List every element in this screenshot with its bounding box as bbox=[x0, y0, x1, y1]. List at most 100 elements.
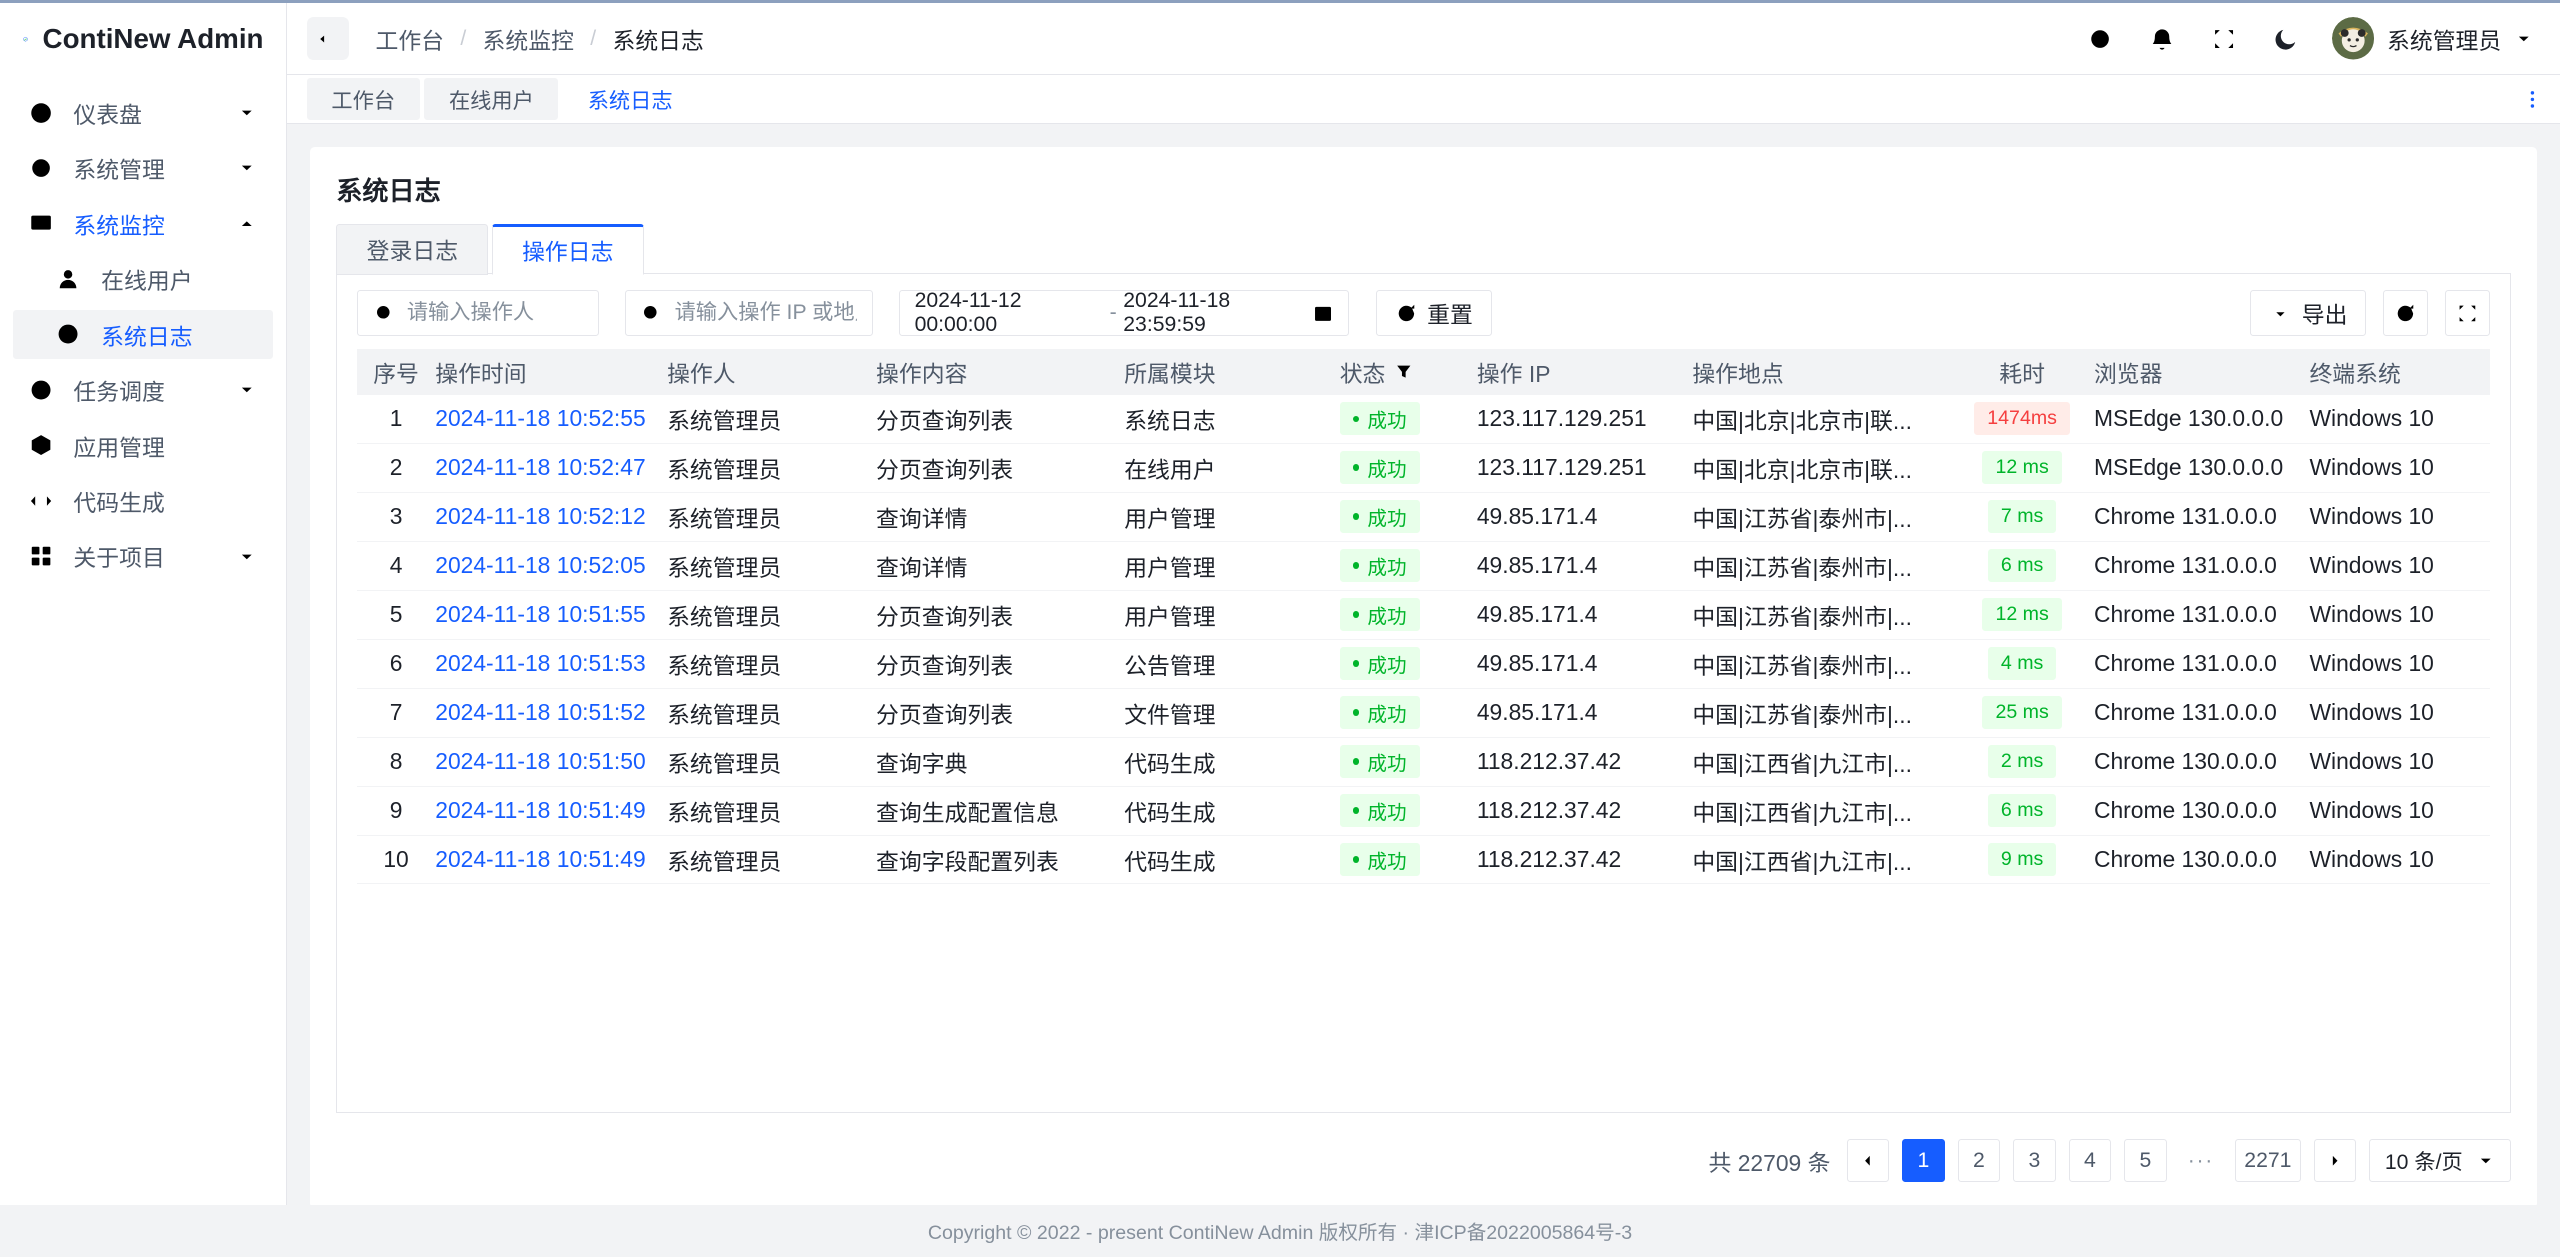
pagination-page-button[interactable]: 2271 bbox=[2235, 1139, 2301, 1181]
operation-log-panel: 2024-11-12 00:00:00 - 2024-11-18 23:59:5… bbox=[336, 274, 2511, 1113]
sidebar-item-clock[interactable]: 系统日志 bbox=[13, 310, 273, 359]
row-operator: 系统管理员 bbox=[667, 745, 876, 779]
search-icon bbox=[640, 302, 663, 325]
ip-search-input[interactable] bbox=[675, 301, 858, 325]
breadcrumb-item[interactable]: 系统监控 bbox=[483, 22, 574, 56]
log-time-link[interactable]: 2024-11-18 10:51:49 bbox=[435, 797, 645, 824]
tab-actions-menu[interactable] bbox=[2518, 84, 2547, 113]
table-row: 1 2024-11-18 10:52:55 系统管理员 分页查询列表 系统日志 … bbox=[357, 395, 2491, 444]
row-os: Windows 10 bbox=[2309, 503, 2490, 530]
chevron-right-icon bbox=[2325, 1151, 2345, 1171]
pagination-ellipsis[interactable]: ··· bbox=[2180, 1139, 2222, 1181]
row-content: 分页查询列表 bbox=[876, 451, 1124, 485]
refresh-icon bbox=[1395, 302, 1418, 325]
sidebar-item-schedule[interactable]: 任务调度 bbox=[13, 366, 273, 415]
row-content: 查询生成配置信息 bbox=[876, 794, 1124, 828]
main-content: 系统日志 登录日志 操作日志 bbox=[287, 124, 2560, 1205]
col-location: 操作地点 bbox=[1692, 355, 1950, 389]
duration-badge: 6 ms bbox=[1988, 794, 2057, 827]
log-time-link[interactable]: 2024-11-18 10:51:49 bbox=[435, 846, 645, 873]
open-page-tab[interactable]: 在线用户 bbox=[424, 78, 558, 120]
dark-mode-toggle[interactable] bbox=[2270, 22, 2303, 55]
notifications-button[interactable] bbox=[2145, 22, 2178, 55]
log-time-link[interactable]: 2024-11-18 10:52:55 bbox=[435, 405, 645, 432]
row-module: 文件管理 bbox=[1124, 696, 1340, 730]
row-module: 用户管理 bbox=[1124, 500, 1340, 534]
user-menu[interactable]: 系统管理员 bbox=[2332, 17, 2534, 59]
filter-icon[interactable] bbox=[1394, 362, 1414, 382]
tab-login-log[interactable]: 登录日志 bbox=[336, 224, 488, 275]
log-time-link[interactable]: 2024-11-18 10:52:47 bbox=[435, 454, 645, 481]
duration-badge: 6 ms bbox=[1988, 549, 2057, 582]
filter-toolbar: 2024-11-12 00:00:00 - 2024-11-18 23:59:5… bbox=[357, 290, 2491, 336]
row-content: 查询字段配置列表 bbox=[876, 843, 1124, 877]
sidebar-item-code[interactable]: 代码生成 bbox=[13, 477, 273, 526]
sidebar-menu: 仪表盘 系统管理 系统监控 在线用户 系统日志 任务调度 应用管理 代码生成 关… bbox=[0, 75, 286, 581]
settings-button[interactable] bbox=[2083, 22, 2116, 55]
dots-vertical-icon bbox=[2521, 88, 2544, 111]
row-os: Windows 10 bbox=[2309, 405, 2490, 432]
row-ip: 49.85.171.4 bbox=[1477, 503, 1693, 530]
pagination-page-button[interactable]: 4 bbox=[2069, 1139, 2111, 1181]
row-location: 中国|江苏省|泰州市|... bbox=[1692, 696, 1950, 730]
sidebar-item-dashboard[interactable]: 仪表盘 bbox=[13, 88, 273, 137]
clock-icon bbox=[55, 321, 81, 347]
status-dot bbox=[1353, 709, 1360, 716]
row-module: 在线用户 bbox=[1124, 451, 1340, 485]
col-module: 所属模块 bbox=[1124, 355, 1340, 389]
page-size-select[interactable]: 10 条/页 bbox=[2369, 1139, 2511, 1181]
breadcrumb-item[interactable]: 工作台 bbox=[375, 22, 444, 56]
operator-search-field[interactable] bbox=[357, 290, 599, 336]
row-operator: 系统管理员 bbox=[667, 843, 876, 877]
log-time-link[interactable]: 2024-11-18 10:51:52 bbox=[435, 699, 645, 726]
table-fullscreen-button[interactable] bbox=[2445, 290, 2491, 336]
open-page-tab[interactable]: 工作台 bbox=[307, 78, 420, 120]
log-time-link[interactable]: 2024-11-18 10:51:53 bbox=[435, 650, 645, 677]
operator-search-input[interactable] bbox=[407, 301, 583, 325]
row-module: 代码生成 bbox=[1124, 843, 1340, 877]
sidebar-item-monitor[interactable]: 系统监控 bbox=[13, 199, 273, 248]
fullscreen-button[interactable] bbox=[2208, 22, 2241, 55]
pagination-next-button[interactable] bbox=[2314, 1139, 2356, 1181]
status-badge: 成功 bbox=[1340, 598, 1420, 631]
table-row: 3 2024-11-18 10:52:12 系统管理员 查询详情 用户管理 成功… bbox=[357, 493, 2491, 542]
tab-operation-log[interactable]: 操作日志 bbox=[492, 224, 644, 275]
reset-button[interactable]: 重置 bbox=[1376, 290, 1492, 336]
pagination-prev-button[interactable] bbox=[1847, 1139, 1889, 1181]
calendar-icon bbox=[1312, 302, 1334, 325]
row-browser: Chrome 130.0.0.0 bbox=[2094, 797, 2310, 824]
log-time-link[interactable]: 2024-11-18 10:51:55 bbox=[435, 601, 645, 628]
log-time-link[interactable]: 2024-11-18 10:51:50 bbox=[435, 748, 645, 775]
pagination-page-button[interactable]: 1 bbox=[1902, 1139, 1944, 1181]
sidebar-item-cube[interactable]: 应用管理 bbox=[13, 421, 273, 470]
log-time-link[interactable]: 2024-11-18 10:52:12 bbox=[435, 503, 645, 530]
sidebar-collapse-button[interactable] bbox=[307, 17, 349, 59]
pagination-page-button[interactable]: 3 bbox=[2013, 1139, 2055, 1181]
brand-logo[interactable]: ContiNew Admin bbox=[0, 3, 286, 75]
log-time-link[interactable]: 2024-11-18 10:52:05 bbox=[435, 552, 645, 579]
sidebar-item-user[interactable]: 在线用户 bbox=[13, 255, 273, 304]
row-location: 中国|北京|北京市|联... bbox=[1692, 451, 1950, 485]
row-content: 分页查询列表 bbox=[876, 647, 1124, 681]
row-index: 4 bbox=[357, 552, 435, 579]
row-location: 中国|江西省|九江市|... bbox=[1692, 794, 1950, 828]
table-row: 2 2024-11-18 10:52:47 系统管理员 分页查询列表 在线用户 … bbox=[357, 444, 2491, 493]
date-range-picker[interactable]: 2024-11-12 00:00:00 - 2024-11-18 23:59:5… bbox=[899, 290, 1350, 336]
row-location: 中国|北京|北京市|联... bbox=[1692, 402, 1950, 436]
sidebar-item-gear[interactable]: 系统管理 bbox=[13, 144, 273, 193]
pagination-page-button[interactable]: 2 bbox=[1958, 1139, 2000, 1181]
content-card: 系统日志 登录日志 操作日志 bbox=[310, 147, 2537, 1205]
table-row: 10 2024-11-18 10:51:49 系统管理员 查询字段配置列表 代码… bbox=[357, 836, 2491, 885]
refresh-table-button[interactable] bbox=[2383, 290, 2429, 336]
export-button[interactable]: 导出 bbox=[2250, 290, 2366, 336]
row-operator: 系统管理员 bbox=[667, 647, 876, 681]
row-content: 查询详情 bbox=[876, 500, 1124, 534]
brand-logo-icon bbox=[23, 18, 28, 60]
row-module: 用户管理 bbox=[1124, 549, 1340, 583]
sidebar-item-grid[interactable]: 关于项目 bbox=[13, 532, 273, 581]
search-icon bbox=[373, 302, 396, 325]
pagination-page-button[interactable]: 5 bbox=[2124, 1139, 2166, 1181]
ip-search-field[interactable] bbox=[625, 290, 873, 336]
date-end-value: 2024-11-18 23:59:59 bbox=[1123, 289, 1312, 337]
open-page-tab[interactable]: 系统日志 bbox=[563, 78, 697, 120]
